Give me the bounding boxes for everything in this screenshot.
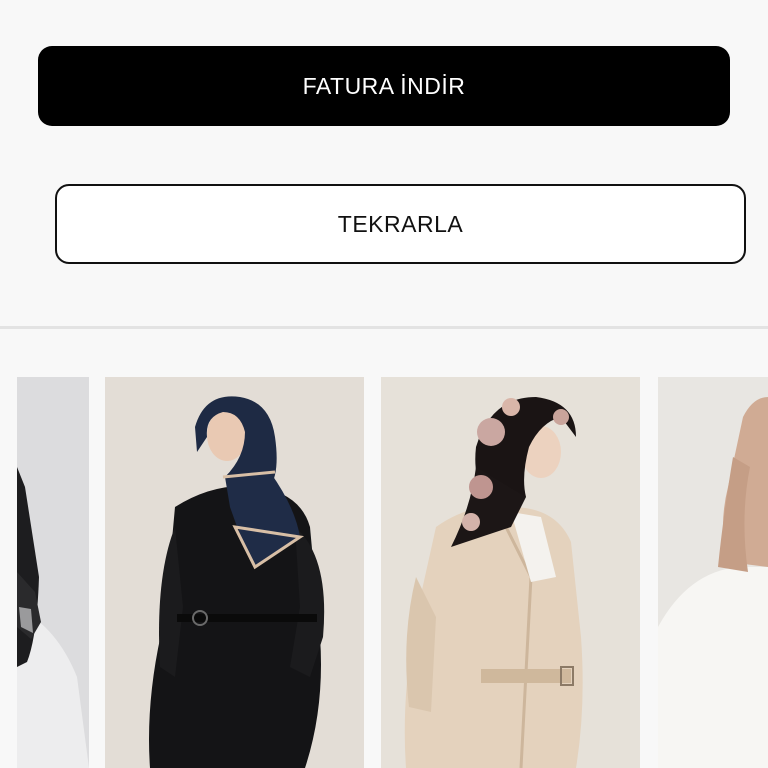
product-image-2 bbox=[105, 377, 364, 768]
product-card-3[interactable] bbox=[381, 377, 640, 768]
product-card-1[interactable] bbox=[17, 377, 89, 768]
download-invoice-button[interactable]: FATURA İNDİR bbox=[38, 46, 730, 126]
order-actions-page: FATURA İNDİR TEKRARLA bbox=[0, 0, 768, 768]
repeat-order-button[interactable]: TEKRARLA bbox=[55, 184, 746, 264]
product-image-1 bbox=[17, 377, 89, 768]
section-divider bbox=[0, 326, 768, 329]
product-card-2[interactable] bbox=[105, 377, 364, 768]
repeat-order-label: TEKRARLA bbox=[337, 210, 464, 237]
product-image-3 bbox=[381, 377, 640, 768]
product-carousel[interactable] bbox=[0, 377, 768, 768]
product-image-4 bbox=[658, 377, 768, 768]
download-invoice-label: FATURA İNDİR bbox=[302, 72, 466, 99]
product-card-4[interactable] bbox=[658, 377, 768, 768]
